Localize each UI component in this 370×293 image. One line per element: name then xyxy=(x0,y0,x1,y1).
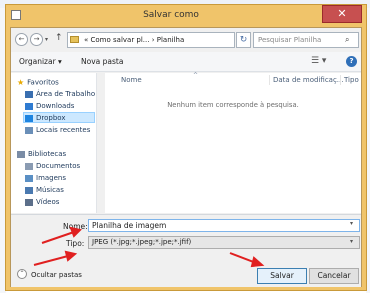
arrow-head xyxy=(250,256,265,268)
arrow-head xyxy=(64,250,78,262)
arrow-head xyxy=(69,226,82,238)
arrow-to-name-field xyxy=(41,231,75,244)
annotation-arrows xyxy=(33,226,265,268)
arrow-to-type-field xyxy=(33,255,69,266)
